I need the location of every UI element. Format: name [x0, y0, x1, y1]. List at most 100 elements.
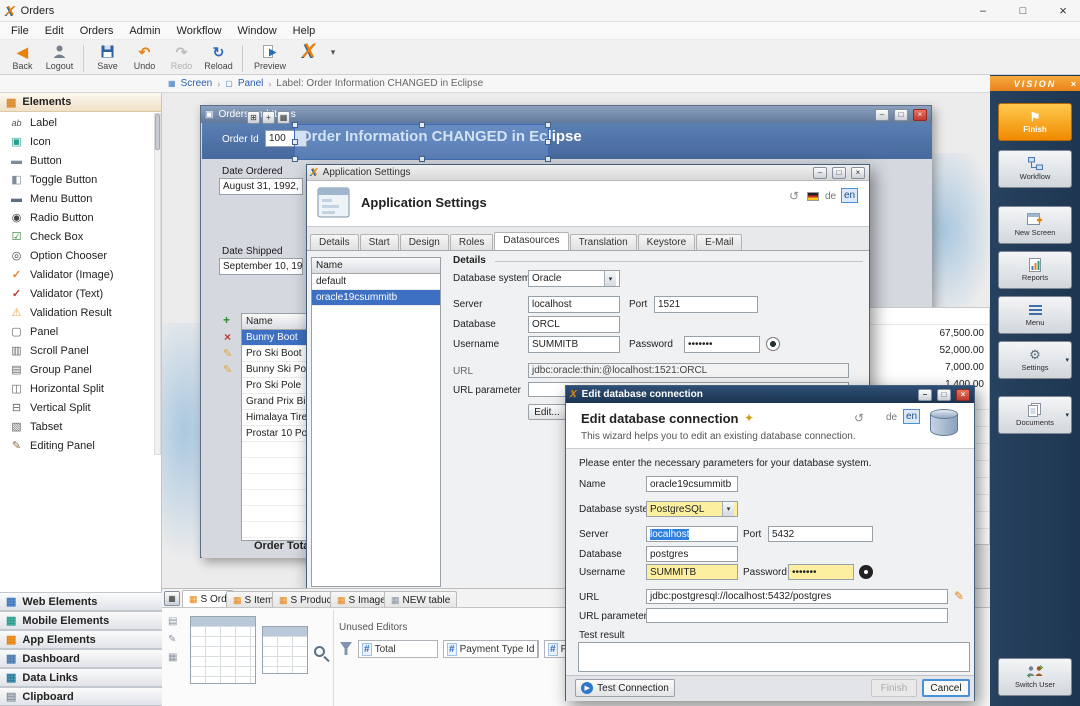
password-field[interactable]: •••••••	[684, 336, 760, 353]
history-icon[interactable]: ↺	[854, 411, 864, 425]
tab-datasources[interactable]: Datasources	[494, 232, 568, 250]
db-system-combo[interactable]: Oracle▾	[528, 270, 620, 287]
wizard-titlebar[interactable]: X Edit database connection – □ ×	[566, 386, 974, 403]
language-de-button[interactable]: de	[886, 412, 897, 423]
palette-item-group-panel[interactable]: ▤Group Panel	[0, 360, 154, 379]
server-field[interactable]: localhost	[646, 526, 738, 542]
designer-add-handle-icon[interactable]: +	[262, 111, 275, 124]
new-screen-button[interactable]: New Screen	[998, 206, 1072, 244]
dialog-minimize-button[interactable]: –	[918, 389, 932, 401]
palette-item-vertical-split[interactable]: ⊟Vertical Split	[0, 398, 154, 417]
edit-row-icon[interactable]: ✎	[223, 347, 232, 360]
table-preview-thumbnail[interactable]	[262, 626, 308, 674]
password-field[interactable]: •••••••	[788, 564, 854, 580]
vision-close-icon[interactable]: ×	[1071, 79, 1076, 89]
palette-item-icon[interactable]: ▣Icon	[0, 132, 154, 151]
settings-dialog-titlebar[interactable]: X Application Settings – □ ×	[307, 165, 869, 181]
tab-design[interactable]: Design	[400, 234, 449, 250]
show-password-icon[interactable]	[859, 565, 873, 579]
edit-row-icon[interactable]: ✎	[223, 363, 232, 376]
logout-button[interactable]: Logout	[41, 42, 78, 71]
palette-scrollbar-thumb[interactable]	[155, 114, 160, 150]
menu-edit[interactable]: Edit	[37, 23, 72, 39]
datasource-list-header[interactable]: Name	[312, 258, 440, 274]
tab-roles[interactable]: Roles	[450, 234, 494, 250]
database-field[interactable]: ORCL	[528, 316, 620, 333]
undo-button[interactable]: ↶ Undo	[126, 42, 163, 71]
selection-handle[interactable]	[545, 122, 551, 128]
orders-window-titlebar[interactable]: ▣ Orders and Items – □ ×	[201, 106, 931, 123]
maximize-button[interactable]: □	[1006, 0, 1040, 21]
section-mobile-elements[interactable]: ▦Mobile Elements	[0, 611, 162, 630]
component-grid-icon[interactable]: ▦	[168, 652, 177, 663]
dialog-minimize-button[interactable]: –	[813, 167, 827, 179]
section-clipboard[interactable]: ▤Clipboard	[0, 687, 162, 706]
dialog-close-button[interactable]: ×	[956, 389, 970, 401]
selection-handle[interactable]	[545, 139, 551, 145]
show-password-icon[interactable]	[766, 337, 780, 351]
menu-orders[interactable]: Orders	[72, 23, 122, 39]
component-edit-icon[interactable]: ✎	[168, 634, 176, 645]
finish-button-sidebar[interactable]: ⚑ Finish	[998, 103, 1072, 141]
date-shipped-field[interactable]: September 10, 1992	[219, 258, 303, 275]
language-en-button[interactable]: en	[841, 188, 858, 203]
menu-help[interactable]: Help	[285, 23, 324, 39]
section-dashboard[interactable]: ▦Dashboard	[0, 649, 162, 668]
menu-file[interactable]: File	[3, 23, 37, 39]
palette-item-validator-text[interactable]: ✓Validator (Text)	[0, 284, 154, 303]
section-app-elements[interactable]: ▦App Elements	[0, 630, 162, 649]
price-cell[interactable]: 7,000.00	[869, 359, 989, 376]
chevron-down-icon[interactable]: ▾	[604, 271, 616, 286]
port-field[interactable]: 5432	[768, 526, 873, 542]
history-icon[interactable]: ↺	[789, 189, 799, 203]
logo-dropdown-button[interactable]: ▾	[326, 42, 340, 60]
edit-datasource-button[interactable]: Edit...	[528, 404, 566, 420]
palette-item-validation-result[interactable]: ⚠Validation Result	[0, 303, 154, 322]
redo-button[interactable]: ↷ Redo	[163, 42, 200, 71]
window-minimize-button[interactable]: –	[875, 109, 889, 121]
selection-handle[interactable]	[545, 156, 551, 162]
tab-new-table[interactable]: ▦NEW table	[384, 591, 457, 608]
table-preview-thumbnail[interactable]	[190, 616, 256, 684]
dialog-maximize-button[interactable]: □	[832, 167, 846, 179]
test-connection-button[interactable]: ▶Test Connection	[575, 679, 675, 697]
date-ordered-field[interactable]: August 31, 1992, 12	[219, 178, 303, 195]
selection-handle[interactable]	[292, 156, 298, 162]
language-en-button[interactable]: en	[903, 409, 920, 424]
palette-header[interactable]: ▦ Elements	[0, 93, 161, 112]
designer-grid-handle-icon[interactable]: ▦	[277, 111, 290, 124]
selection-handle[interactable]	[292, 122, 298, 128]
selection-handle[interactable]	[292, 139, 298, 145]
vision-header[interactable]: VISION ×	[990, 76, 1080, 91]
chevron-down-icon[interactable]: ▾	[537, 641, 539, 657]
visionx-logo-button[interactable]: X	[292, 42, 326, 60]
database-field[interactable]: postgres	[646, 546, 738, 562]
username-field[interactable]: SUMMITB	[528, 336, 620, 353]
port-field[interactable]: 1521	[654, 296, 758, 313]
breadcrumb-screen[interactable]: Screen	[181, 78, 213, 89]
switch-user-button[interactable]: Switch User	[998, 658, 1072, 696]
palette-scrollbar[interactable]	[154, 113, 161, 455]
finish-button[interactable]: Finish	[871, 679, 917, 697]
username-field[interactable]: SUMMITB	[646, 564, 738, 580]
editor-chip-payment-type-id[interactable]: #Payment Type Id▾	[443, 640, 539, 658]
tab-translation[interactable]: Translation	[570, 234, 637, 250]
server-field[interactable]: localhost	[528, 296, 620, 313]
palette-item-check-box[interactable]: ☑Check Box	[0, 227, 154, 246]
edit-url-pencil-icon[interactable]: ✎	[954, 589, 964, 603]
breadcrumb-panel[interactable]: Panel	[238, 78, 264, 89]
component-list-icon[interactable]: ▤	[168, 616, 177, 627]
palette-item-horizontal-split[interactable]: ◫Horizontal Split	[0, 379, 154, 398]
settings-dropdown-icon[interactable]: ▾	[1065, 356, 1069, 364]
menu-workflow[interactable]: Workflow	[169, 23, 230, 39]
url-field[interactable]: jdbc:postgresql://localhost:5432/postgre…	[646, 589, 948, 604]
palette-item-tabset[interactable]: ▧Tabset	[0, 417, 154, 436]
palette-item-toggle-button[interactable]: ◧Toggle Button	[0, 170, 154, 189]
menu-admin[interactable]: Admin	[121, 23, 168, 39]
delete-row-icon[interactable]: ×	[224, 330, 231, 344]
list-item[interactable]: default	[312, 274, 440, 290]
filter-funnel-icon[interactable]	[340, 642, 352, 655]
minimize-button[interactable]: –	[966, 0, 1000, 21]
palette-item-editing-panel[interactable]: ✎Editing Panel	[0, 436, 154, 455]
palette-item-validator-image[interactable]: ✓Validator (Image)	[0, 265, 154, 284]
